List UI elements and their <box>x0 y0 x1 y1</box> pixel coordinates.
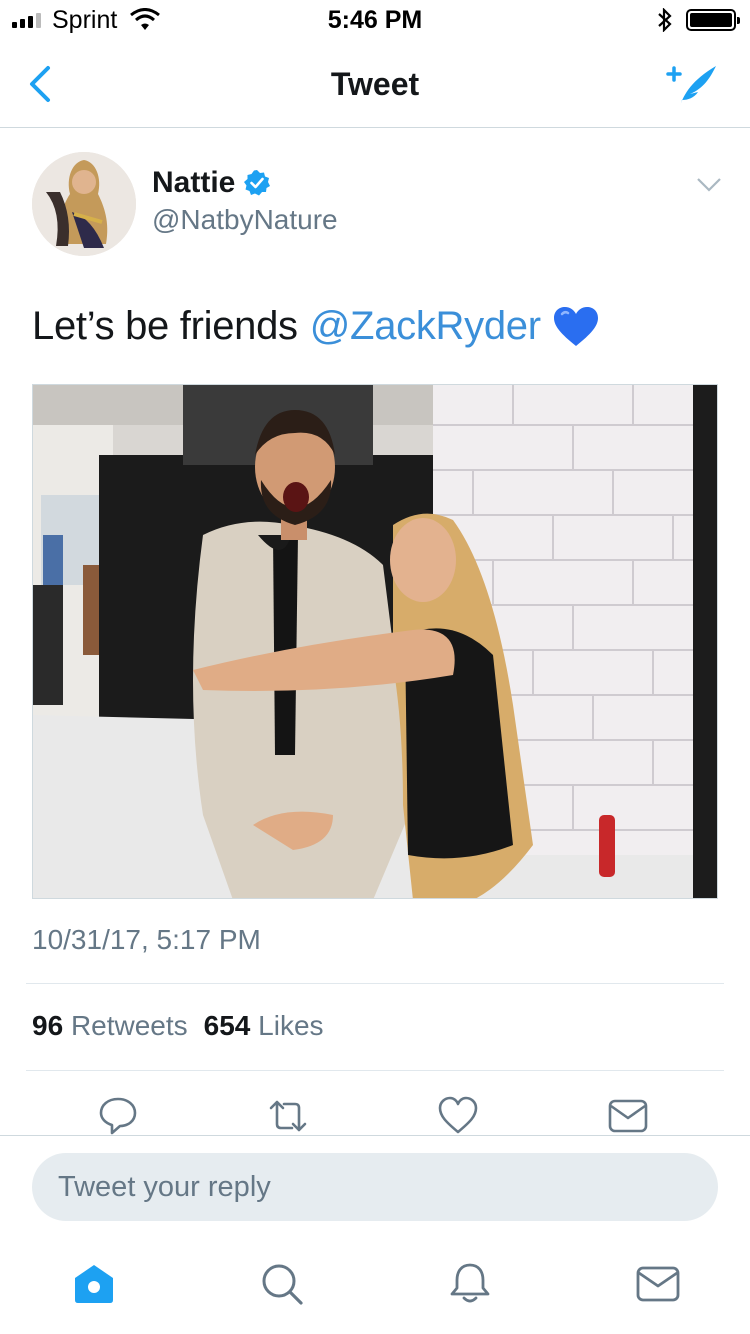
mention-link[interactable]: @ZackRyder <box>310 304 541 349</box>
avatar[interactable] <box>32 152 136 256</box>
search-icon[interactable] <box>260 1262 304 1306</box>
reply-icon[interactable] <box>98 1096 138 1136</box>
chevron-down-icon[interactable] <box>696 176 722 194</box>
likes-label: Likes <box>258 1010 324 1041</box>
author-display-name[interactable]: Nattie <box>152 166 235 200</box>
tweet-actions <box>0 1096 750 1136</box>
reply-composer <box>0 1135 750 1235</box>
tweet-body: Let’s be friends <box>32 304 298 348</box>
retweet-icon[interactable] <box>268 1096 308 1136</box>
compose-tweet-icon[interactable] <box>664 60 720 110</box>
bluetooth-icon <box>658 8 672 32</box>
tweet-timestamp: 10/31/17, 5:17 PM <box>32 924 261 955</box>
battery-icon <box>686 9 740 31</box>
notifications-icon[interactable] <box>448 1262 492 1306</box>
author-name-row: Nattie <box>152 166 271 200</box>
messages-icon[interactable] <box>636 1262 680 1306</box>
reply-input[interactable] <box>32 1153 718 1221</box>
direct-message-icon[interactable] <box>608 1096 648 1136</box>
divider <box>26 983 724 984</box>
page-title: Tweet <box>330 66 420 102</box>
divider <box>26 1070 724 1071</box>
tweet-text: Let’s be friends @ZackRyder <box>32 304 599 349</box>
retweets-stat[interactable]: 96 Retweets <box>32 1010 188 1042</box>
blue-heart-emoji-icon <box>553 306 598 346</box>
tweet-stats: 96 Retweets 654 Likes <box>32 1010 324 1042</box>
home-icon[interactable] <box>72 1262 116 1306</box>
author-handle[interactable]: @NatbyNature <box>152 204 338 236</box>
retweets-count: 96 <box>32 1010 64 1041</box>
tab-bar <box>0 1236 750 1334</box>
likes-count: 654 <box>203 1010 251 1041</box>
verified-badge-icon <box>244 170 271 196</box>
like-icon[interactable] <box>438 1096 478 1136</box>
likes-stat[interactable]: 654 Likes <box>204 1010 324 1042</box>
tweet-photo[interactable] <box>32 384 718 899</box>
status-time: 5:46 PM <box>327 6 423 34</box>
retweets-label: Retweets <box>70 1010 188 1041</box>
nav-bar: Tweet <box>0 40 750 128</box>
status-bar: Sprint 5:46 PM <box>0 0 750 40</box>
